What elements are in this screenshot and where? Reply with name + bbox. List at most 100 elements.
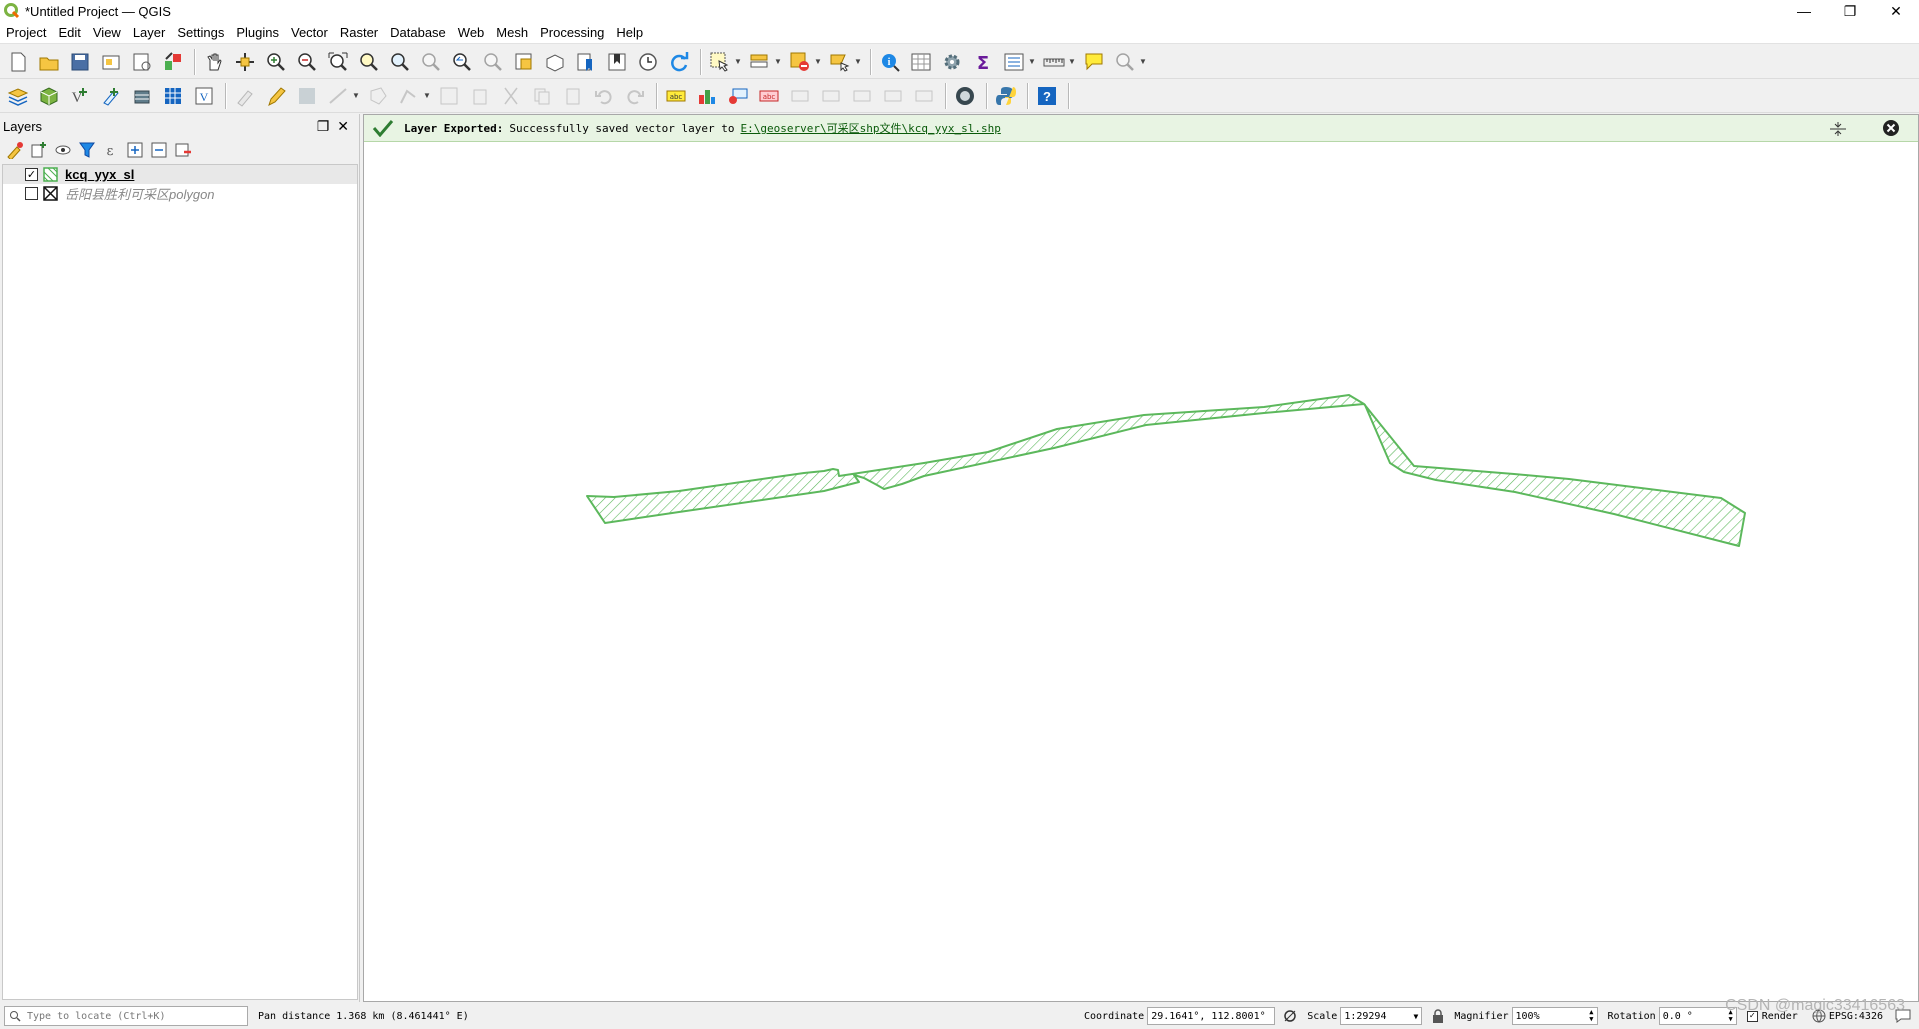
chevron-down-icon[interactable]: ▼ <box>1139 57 1147 66</box>
highlight-pinned-icon[interactable]: abc <box>755 82 783 110</box>
save-edits-icon[interactable] <box>293 82 321 110</box>
menu-web[interactable]: Web <box>458 25 485 40</box>
digitize-icon[interactable] <box>324 82 352 110</box>
select-by-value-icon[interactable] <box>746 48 774 76</box>
close-button[interactable]: ✕ <box>1873 0 1919 22</box>
layer-diagram-icon[interactable] <box>693 82 721 110</box>
statistical-summary-icon[interactable]: Σ <box>969 48 997 76</box>
open-project-icon[interactable] <box>35 48 63 76</box>
magnifier-spinbox[interactable]: 100% ▲ ▼ <box>1511 1007 1598 1025</box>
layer-labeling-icon[interactable]: abc <box>662 82 690 110</box>
paste-features-icon[interactable] <box>559 82 587 110</box>
new-map-view-icon[interactable] <box>510 48 538 76</box>
chevron-down-icon[interactable]: ▼ <box>1068 57 1076 66</box>
open-layer-styling-icon[interactable] <box>1000 48 1028 76</box>
add-virtual-layer-icon[interactable]: V <box>190 82 218 110</box>
label-properties-icon[interactable] <box>910 82 938 110</box>
menu-database[interactable]: Database <box>390 25 446 40</box>
refresh-icon[interactable] <box>665 48 693 76</box>
new-bookmark-icon[interactable] <box>572 48 600 76</box>
remove-layer-icon[interactable] <box>174 141 192 159</box>
add-delimited-text-icon[interactable] <box>97 82 125 110</box>
delete-selected-icon[interactable] <box>466 82 494 110</box>
open-layer-styling-icon[interactable] <box>6 141 24 159</box>
show-bookmarks-icon[interactable] <box>603 48 631 76</box>
menu-layer[interactable]: Layer <box>133 25 166 40</box>
manage-visibility-icon[interactable] <box>54 141 72 159</box>
menu-settings[interactable]: Settings <box>177 25 224 40</box>
show-hide-labels-icon[interactable] <box>879 82 907 110</box>
add-spatialite-layer-icon[interactable] <box>128 82 156 110</box>
expand-all-icon[interactable] <box>126 141 144 159</box>
redo-icon[interactable] <box>621 82 649 110</box>
menu-help[interactable]: Help <box>616 25 643 40</box>
menu-view[interactable]: View <box>93 25 121 40</box>
move-label-icon[interactable] <box>786 82 814 110</box>
add-group-icon[interactable] <box>30 141 48 159</box>
new-project-icon[interactable] <box>4 48 32 76</box>
collapse-all-icon[interactable] <box>150 141 168 159</box>
locator-search[interactable]: Type to locate (Ctrl+K) <box>4 1006 248 1026</box>
zoom-to-selection-icon[interactable] <box>355 48 383 76</box>
chevron-down-icon[interactable]: ▼ <box>774 57 782 66</box>
cut-features-icon[interactable] <box>497 82 525 110</box>
zoom-next-icon[interactable] <box>479 48 507 76</box>
chevron-down-icon[interactable]: ▼ <box>854 57 862 66</box>
pan-map-icon[interactable] <box>200 48 228 76</box>
lock-scale-icon[interactable] <box>1432 1009 1444 1023</box>
osm-download-icon[interactable] <box>951 82 979 110</box>
message-expand-icon[interactable] <box>1828 119 1848 139</box>
new-geopackage-layer-icon[interactable] <box>35 82 63 110</box>
toggle-extents-icon[interactable] <box>1283 1009 1297 1023</box>
copy-features-icon[interactable] <box>528 82 556 110</box>
deselect-features-icon[interactable] <box>786 48 814 76</box>
chevron-down-icon[interactable]: ▼ <box>352 91 360 100</box>
minimize-button[interactable]: — <box>1781 0 1827 22</box>
measure-line-icon[interactable] <box>1040 48 1068 76</box>
new-3d-view-icon[interactable] <box>541 48 569 76</box>
restore-button[interactable]: ❐ <box>1827 0 1873 22</box>
zoom-out-icon[interactable] <box>293 48 321 76</box>
current-edits-icon[interactable] <box>231 82 259 110</box>
menu-plugins[interactable]: Plugins <box>236 25 279 40</box>
menu-vector[interactable]: Vector <box>291 25 328 40</box>
vertex-tool-icon[interactable] <box>395 82 423 110</box>
close-panel-icon[interactable]: ✕ <box>337 118 349 135</box>
undo-icon[interactable] <box>590 82 618 110</box>
help-contents-icon[interactable]: ? <box>1033 82 1061 110</box>
chevron-down-icon[interactable]: ▼ <box>734 57 742 66</box>
filter-by-expression-icon[interactable]: ε <box>102 141 120 159</box>
data-source-manager-icon[interactable] <box>4 82 32 110</box>
modify-attributes-icon[interactable] <box>435 82 463 110</box>
layer-visibility-checkbox[interactable] <box>25 187 38 200</box>
message-close-icon[interactable] <box>1882 119 1900 137</box>
print-layout-icon[interactable] <box>97 48 125 76</box>
pin-labels-icon[interactable] <box>724 82 752 110</box>
locate-search-icon[interactable] <box>1111 48 1139 76</box>
identify-features-icon[interactable]: i <box>876 48 904 76</box>
chevron-down-icon[interactable]: ▼ <box>423 91 431 100</box>
chevron-down-icon[interactable]: ▼ <box>1028 57 1036 66</box>
style-manager-icon[interactable] <box>159 48 187 76</box>
change-label-icon[interactable] <box>848 82 876 110</box>
add-raster-layer-icon[interactable] <box>159 82 187 110</box>
chevron-down-icon[interactable]: ▼ <box>814 57 822 66</box>
toggle-editing-icon[interactable] <box>262 82 290 110</box>
layer-item[interactable]: ✓ kcq_yyx_sl <box>3 165 357 184</box>
temporal-controller-icon[interactable] <box>634 48 662 76</box>
float-panel-icon[interactable]: ❐ <box>317 118 330 135</box>
rotate-label-icon[interactable] <box>817 82 845 110</box>
save-project-icon[interactable] <box>66 48 94 76</box>
zoom-in-icon[interactable] <box>262 48 290 76</box>
layer-item[interactable]: 岳阳县胜利可采区polygon <box>3 184 357 203</box>
zoom-full-icon[interactable] <box>324 48 352 76</box>
menu-edit[interactable]: Edit <box>58 25 80 40</box>
add-vector-layer-icon[interactable]: V <box>66 82 94 110</box>
scale-combobox[interactable]: 1:29294 ▼ <box>1340 1007 1423 1025</box>
attribute-table-icon[interactable] <box>907 48 935 76</box>
map-tips-icon[interactable] <box>1080 48 1108 76</box>
filter-legend-icon[interactable] <box>78 141 96 159</box>
coordinate-field[interactable]: 29.1641°, 112.8001° <box>1147 1007 1276 1025</box>
processing-toolbox-icon[interactable] <box>938 48 966 76</box>
select-location-icon[interactable] <box>826 48 854 76</box>
